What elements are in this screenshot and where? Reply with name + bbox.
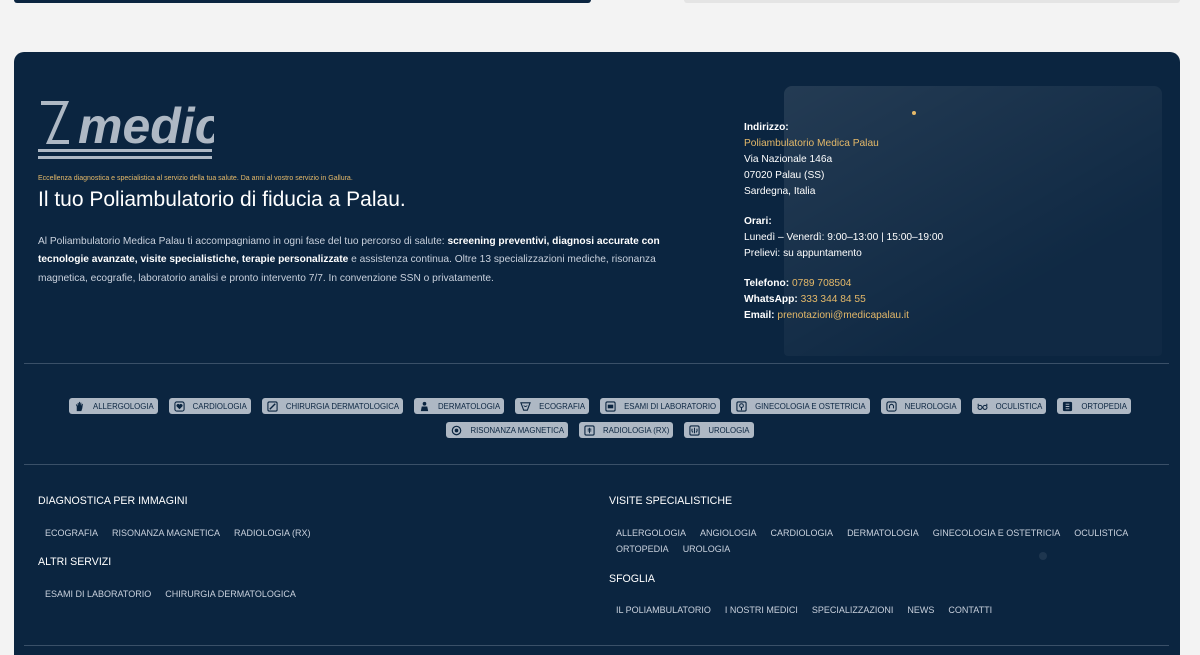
visite-heading: VISITE SPECIALISTICHE — [609, 495, 733, 507]
footer-link-radiologia[interactable]: RADIOLOGIA (RX) — [234, 528, 311, 538]
scalpel-icon — [267, 400, 278, 412]
altri-servizi-links: ESAMI DI LABORATORIO CHIRURGIA DERMATOLO… — [45, 589, 585, 599]
footer-link-angiologia[interactable]: ANGIOLOGIA — [700, 528, 757, 538]
visite-links: ALLERGOLOGIA ANGIOLOGIA CARDIOLOGIA DERM… — [616, 528, 1156, 554]
glasses-icon — [976, 403, 988, 410]
address-street: Via Nazionale 146a — [744, 154, 833, 165]
chip-neurologia[interactable]: NEUROLOGIA — [880, 398, 961, 414]
footer-link-risonanza-magnetica[interactable]: RISONANZA MAGNETICA — [112, 528, 220, 538]
chip-urologia[interactable]: UROLOGIA — [684, 422, 754, 438]
samples-hours: Prelievi: su appuntamento — [744, 248, 862, 259]
email-link[interactable]: prenotazioni@medicapalau.it — [777, 310, 909, 321]
chip-label: OCULISTICA — [995, 401, 1043, 411]
decorative-dot — [912, 111, 916, 115]
chip-label: ESAMI DI LABORATORIO — [624, 401, 717, 411]
footer-link-ginecologia[interactable]: GINECOLOGIA E OSTETRICIA — [933, 528, 1061, 538]
previous-section-bar-right — [684, 0, 1180, 3]
chip-label: ALLERGOLOGIA — [93, 401, 154, 411]
chip-label: UROLOGIA — [708, 425, 750, 435]
hand-icon — [75, 401, 83, 411]
logo-text: medica — [78, 98, 214, 154]
chip-oculistica[interactable]: OCULISTICA — [971, 398, 1047, 414]
hours-label: Orari: — [744, 216, 772, 227]
footer-link-oculistica[interactable]: OCULISTICA — [1074, 528, 1128, 538]
chip-chirurgia-dermatologica[interactable]: CHIRURGIA DERMATOLOGICA — [261, 398, 404, 414]
chip-label: ECOGRAFIA — [539, 401, 586, 411]
address-city: 07020 Palau (SS) — [744, 170, 825, 181]
sfoglia-heading: SFOGLIA — [609, 573, 655, 585]
footer-link-contatti[interactable]: CONTATTI — [948, 605, 992, 615]
address-region: Sardegna, Italia — [744, 186, 816, 197]
phone-label: Telefono: — [744, 278, 790, 289]
brand-tagline: Eccellenza diagnostica e specialistica a… — [38, 175, 353, 182]
footer-link-il-poliambulatorio[interactable]: IL POLIAMBULATORIO — [616, 605, 711, 615]
diagnostica-links: ECOGRAFIA RISONANZA MAGNETICA RADIOLOGIA… — [45, 528, 585, 538]
chip-label: RADIOLOGIA (RX) — [603, 425, 670, 435]
footer-link-ecografia[interactable]: ECOGRAFIA — [45, 528, 98, 538]
ultrasound-icon — [520, 401, 532, 411]
divider — [24, 363, 1169, 364]
chip-esami-di-laboratorio[interactable]: ESAMI DI LABORATORIO — [600, 398, 721, 414]
clinic-name-link[interactable]: Poliambulatorio Medica Palau — [744, 136, 1144, 152]
email-label: Email: — [744, 310, 775, 321]
footer-link-specializzazioni[interactable]: SPECIALIZZAZIONI — [812, 605, 894, 615]
previous-section-bar — [14, 0, 591, 3]
opening-hours: Lunedì – Venerdì: 9:00–13:00 | 15:00–19:… — [744, 232, 944, 243]
altri-servizi-heading: ALTRI SERVIZI — [38, 556, 112, 568]
diagnostica-heading: DIAGNOSTICA PER IMMAGINI — [38, 495, 188, 507]
footer-link-allergologia[interactable]: ALLERGOLOGIA — [616, 528, 686, 538]
divider — [24, 645, 1169, 646]
footer-link-esami-di-laboratorio[interactable]: ESAMI DI LABORATORIO — [45, 589, 151, 599]
chip-risonanza-magnetica[interactable]: RISONANZA MAGNETICA — [446, 422, 569, 438]
specialties-chips: ALLERGOLOGIA CARDIOLOGIA CHIRURGIA DERMA… — [48, 398, 1152, 438]
kidney-icon — [689, 424, 700, 436]
address-label: Indirizzo: — [744, 122, 789, 133]
chip-dermatologia[interactable]: DERMATOLOGIA — [414, 398, 505, 414]
footer-link-dermatologia[interactable]: DERMATOLOGIA — [847, 528, 919, 538]
chip-label: DERMATOLOGIA — [438, 401, 501, 411]
contact-info: Indirizzo: Poliambulatorio Medica Palau … — [744, 120, 1144, 324]
medica-logo[interactable]: medica — [38, 98, 214, 162]
chip-label: CHIRURGIA DERMATOLOGICA — [285, 401, 400, 411]
mri-icon — [452, 425, 462, 435]
site-footer: medica Eccellenza diagnostica e speciali… — [14, 52, 1180, 655]
footer-link-ortopedia[interactable]: ORTOPEDIA — [616, 544, 669, 554]
heart-icon — [174, 400, 185, 412]
whatsapp-link[interactable]: 333 344 84 55 — [801, 294, 866, 305]
intro-paragraph: Al Poliambulatorio Medica Palau ti accom… — [38, 233, 688, 288]
skin-icon — [420, 401, 429, 411]
brain-icon — [885, 400, 897, 412]
gynecology-icon — [736, 400, 747, 412]
chip-label: NEUROLOGIA — [904, 401, 957, 411]
footer-link-i-nostri-medici[interactable]: I NOSTRI MEDICI — [725, 605, 798, 615]
footer-headline: Il tuo Poliambulatorio di fiducia a Pala… — [38, 188, 406, 211]
xray-icon — [584, 424, 595, 436]
chip-cardiologia[interactable]: CARDIOLOGIA — [168, 398, 251, 414]
chip-allergologia[interactable]: ALLERGOLOGIA — [69, 398, 158, 414]
chip-ginecologia-e-ostetricia[interactable]: GINECOLOGIA E OSTETRICIA — [731, 398, 870, 414]
chip-radiologia-rx[interactable]: RADIOLOGIA (RX) — [579, 422, 674, 438]
phone-link[interactable]: 0789 708504 — [792, 278, 852, 289]
chip-ortopedia[interactable]: ORTOPEDIA — [1057, 398, 1131, 414]
footer-link-cardiologia[interactable]: CARDIOLOGIA — [771, 528, 834, 538]
footer-link-news[interactable]: NEWS — [907, 605, 934, 615]
chip-label: RISONANZA MAGNETICA — [470, 425, 565, 435]
chip-label: ORTOPEDIA — [1081, 401, 1127, 411]
chip-label: CARDIOLOGIA — [192, 401, 247, 411]
divider — [24, 464, 1169, 465]
footer-link-urologia[interactable]: UROLOGIA — [683, 544, 731, 554]
footer-link-chirurgia-dermatologica[interactable]: CHIRURGIA DERMATOLOGICA — [165, 589, 296, 599]
intro-text: Al Poliambulatorio Medica Palau ti accom… — [38, 236, 448, 247]
chip-ecografia[interactable]: ECOGRAFIA — [515, 398, 590, 414]
lab-icon — [605, 400, 616, 412]
bone-icon — [1063, 401, 1073, 411]
whatsapp-label: WhatsApp: — [744, 294, 798, 305]
chip-label: GINECOLOGIA E OSTETRICIA — [755, 401, 866, 411]
sfoglia-links: IL POLIAMBULATORIO I NOSTRI MEDICI SPECI… — [616, 605, 1156, 615]
